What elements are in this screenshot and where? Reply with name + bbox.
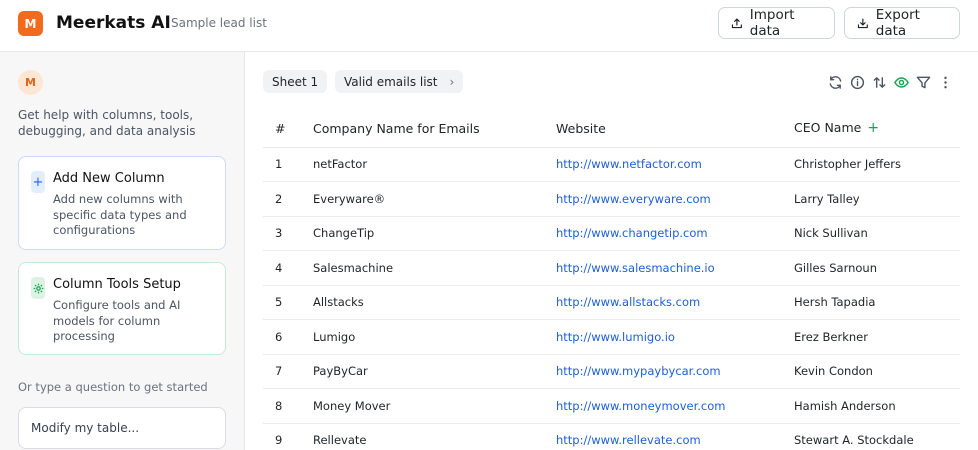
row-number: 9 <box>263 423 313 450</box>
sort-icon[interactable] <box>868 72 890 92</box>
tab-valid-emails-list[interactable]: Valid emails list › <box>335 70 464 93</box>
table-row[interactable]: 2 Everyware® http://www.everyware.com La… <box>263 181 960 217</box>
app-subtitle: Sample lead list <box>171 16 267 30</box>
card-description: Configure tools and AI models for column… <box>53 298 181 343</box>
company-cell[interactable]: Money Mover <box>313 388 556 424</box>
more-icon[interactable] <box>934 72 956 92</box>
assistant-avatar: M <box>18 70 43 95</box>
ceo-cell[interactable]: Erez Berkner <box>794 319 960 355</box>
table-row[interactable]: 7 PayByCar http://www.mypaybycar.com Kev… <box>263 354 960 389</box>
data-table: # Company Name for Emails Website CEO Na… <box>263 110 960 450</box>
website-link[interactable]: http://www.lumigo.io <box>556 319 794 355</box>
website-link[interactable]: http://www.allstacks.com <box>556 285 794 320</box>
card-title: Add New Column <box>53 171 165 186</box>
ceo-cell[interactable]: Nick Sullivan <box>794 216 960 251</box>
website-link[interactable]: http://www.netfactor.com <box>556 147 794 182</box>
row-number: 3 <box>263 216 313 251</box>
column-tools-setup-card[interactable]: Column Tools Setup Configure tools and A… <box>18 262 226 355</box>
company-cell[interactable]: Rellevate <box>313 423 556 450</box>
website-link[interactable]: http://www.rellevate.com <box>556 423 794 450</box>
table-header-row: # Company Name for Emails Website CEO Na… <box>263 110 960 148</box>
export-data-button[interactable]: Export data <box>844 7 960 39</box>
help-text: Get help with columns, tools, debugging,… <box>18 108 196 138</box>
table-toolbar <box>824 72 956 92</box>
ceo-cell[interactable]: Christopher Jeffers <box>794 147 960 182</box>
column-header-ceo-label: CEO Name <box>794 120 862 136</box>
top-header: M Meerkats AI Sample lead list Import da… <box>0 0 978 52</box>
filter-icon[interactable] <box>912 72 934 92</box>
row-number: 1 <box>263 147 313 182</box>
card-description: Add new columns with specific data types… <box>53 192 187 237</box>
company-cell[interactable]: Salesmachine <box>313 250 556 286</box>
website-link[interactable]: http://www.everyware.com <box>556 181 794 217</box>
chat-input[interactable]: Modify my table... <box>18 407 226 449</box>
row-number: 7 <box>263 354 313 389</box>
tab-label: Sheet 1 <box>272 74 319 89</box>
company-cell[interactable]: Everyware® <box>313 181 556 217</box>
column-header-index[interactable]: # <box>263 110 313 148</box>
table-row[interactable]: 4 Salesmachine http://www.salesmachine.i… <box>263 250 960 286</box>
row-number: 6 <box>263 319 313 355</box>
add-new-column-card[interactable]: + Add New Column Add new columns with sp… <box>18 156 226 250</box>
row-number: 5 <box>263 285 313 320</box>
table-row[interactable]: 3 ChangeTip http://www.changetip.com Nic… <box>263 216 960 251</box>
company-cell[interactable]: Lumigo <box>313 319 556 355</box>
row-number: 8 <box>263 388 313 424</box>
company-cell[interactable]: PayByCar <box>313 354 556 389</box>
table-row[interactable]: 6 Lumigo http://www.lumigo.io Erez Berkn… <box>263 319 960 355</box>
table-row[interactable]: 8 Money Mover http://www.moneymover.com … <box>263 388 960 424</box>
app-title: Meerkats AI <box>56 13 171 33</box>
tab-sheet-1[interactable]: Sheet 1 <box>263 70 328 93</box>
add-column-icon[interactable]: + <box>867 120 879 136</box>
ceo-cell[interactable]: Stewart A. Stockdale <box>794 423 960 450</box>
website-link[interactable]: http://www.moneymover.com <box>556 388 794 424</box>
card-title: Column Tools Setup <box>53 277 181 292</box>
chevron-right-icon: › <box>449 74 455 89</box>
ceo-cell[interactable]: Hersh Tapadia <box>794 285 960 320</box>
eye-icon[interactable] <box>890 72 912 92</box>
website-link[interactable]: http://www.changetip.com <box>556 216 794 251</box>
ceo-cell[interactable]: Gilles Sarnoun <box>794 250 960 286</box>
ceo-cell[interactable]: Larry Talley <box>794 181 960 217</box>
export-data-label: Export data <box>875 7 920 39</box>
upload-icon <box>731 17 742 28</box>
website-link[interactable]: http://www.salesmachine.io <box>556 250 794 286</box>
gear-icon <box>31 277 45 299</box>
table-row[interactable]: 9 Rellevate http://www.rellevate.com Ste… <box>263 423 960 450</box>
ceo-cell[interactable]: Kevin Condon <box>794 354 960 389</box>
table-row[interactable]: 1 netFactor http://www.netfactor.com Chr… <box>263 147 960 182</box>
column-header-company[interactable]: Company Name for Emails <box>313 110 556 148</box>
column-header-ceo[interactable]: CEO Name + <box>794 110 960 148</box>
refresh-icon[interactable] <box>824 72 846 92</box>
info-icon[interactable] <box>846 72 868 92</box>
download-icon <box>857 18 868 28</box>
plus-icon: + <box>31 171 45 193</box>
import-data-label: Import data <box>749 7 795 39</box>
row-number: 2 <box>263 181 313 217</box>
table-row[interactable]: 5 Allstacks http://www.allstacks.com Her… <box>263 285 960 320</box>
column-header-website[interactable]: Website <box>556 110 794 148</box>
company-cell[interactable]: ChangeTip <box>313 216 556 251</box>
assistant-sidebar: M Get help with columns, tools, debuggin… <box>0 52 245 450</box>
import-data-button[interactable]: Import data <box>718 7 835 39</box>
row-number: 4 <box>263 250 313 286</box>
website-link[interactable]: http://www.mypaybycar.com <box>556 354 794 389</box>
app-logo: M <box>18 11 43 36</box>
company-cell[interactable]: netFactor <box>313 147 556 182</box>
tab-label: Valid emails list <box>344 74 438 89</box>
main-content: Sheet 1 Valid emails list › # Company Na… <box>245 52 978 450</box>
ceo-cell[interactable]: Hamish Anderson <box>794 388 960 424</box>
prompt-hint: Or type a question to get started <box>18 380 208 394</box>
company-cell[interactable]: Allstacks <box>313 285 556 320</box>
